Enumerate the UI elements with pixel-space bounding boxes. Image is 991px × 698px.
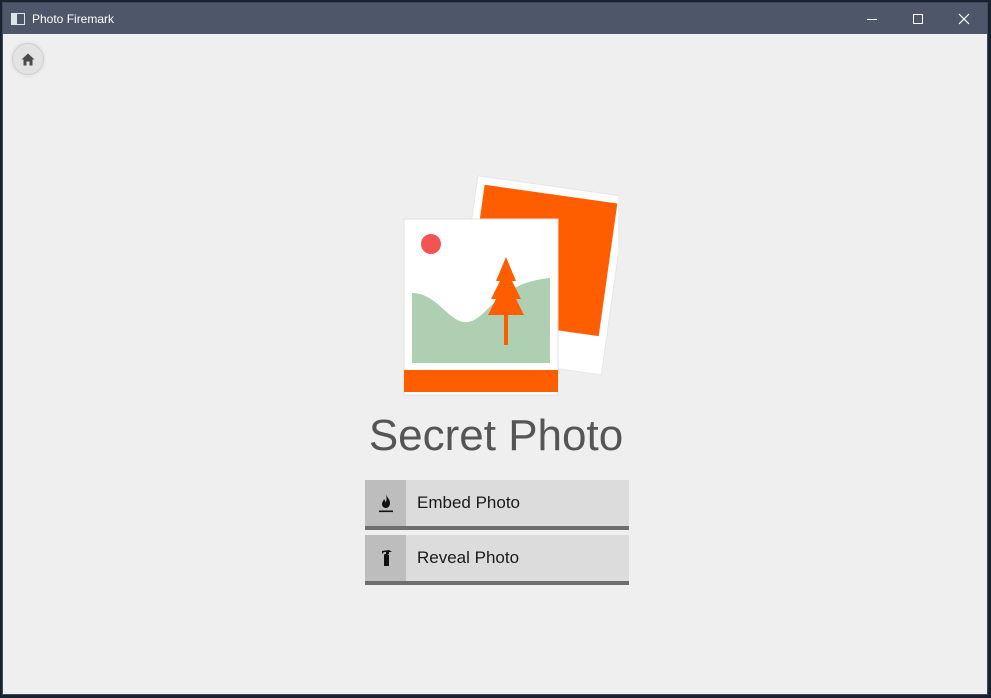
maximize-icon <box>913 13 923 24</box>
app-name: Secret Photo <box>368 411 624 460</box>
reveal-photo-button[interactable]: Reveal Photo <box>365 535 629 585</box>
embed-photo-button[interactable]: Embed Photo <box>365 480 629 530</box>
title-bar[interactable]: Photo Firemark <box>3 3 987 34</box>
close-button[interactable] <box>941 3 987 34</box>
minimize-icon <box>867 18 877 20</box>
app-icon <box>11 12 25 25</box>
close-icon <box>958 13 970 24</box>
home-icon <box>21 53 35 65</box>
maximize-button[interactable] <box>895 3 941 34</box>
flame-icon <box>365 480 406 526</box>
minimize-button[interactable] <box>849 3 895 34</box>
app-window: Photo Firemark Secret Photo Embed Photo … <box>2 2 988 695</box>
fire-extinguisher-icon <box>365 535 406 581</box>
home-button[interactable] <box>12 43 44 75</box>
reveal-photo-label: Reveal Photo <box>417 548 520 567</box>
embed-photo-label: Embed Photo <box>417 493 521 512</box>
window-controls <box>849 3 987 34</box>
window-title: Photo Firemark <box>32 11 115 26</box>
photo-stack-icon <box>403 175 618 396</box>
